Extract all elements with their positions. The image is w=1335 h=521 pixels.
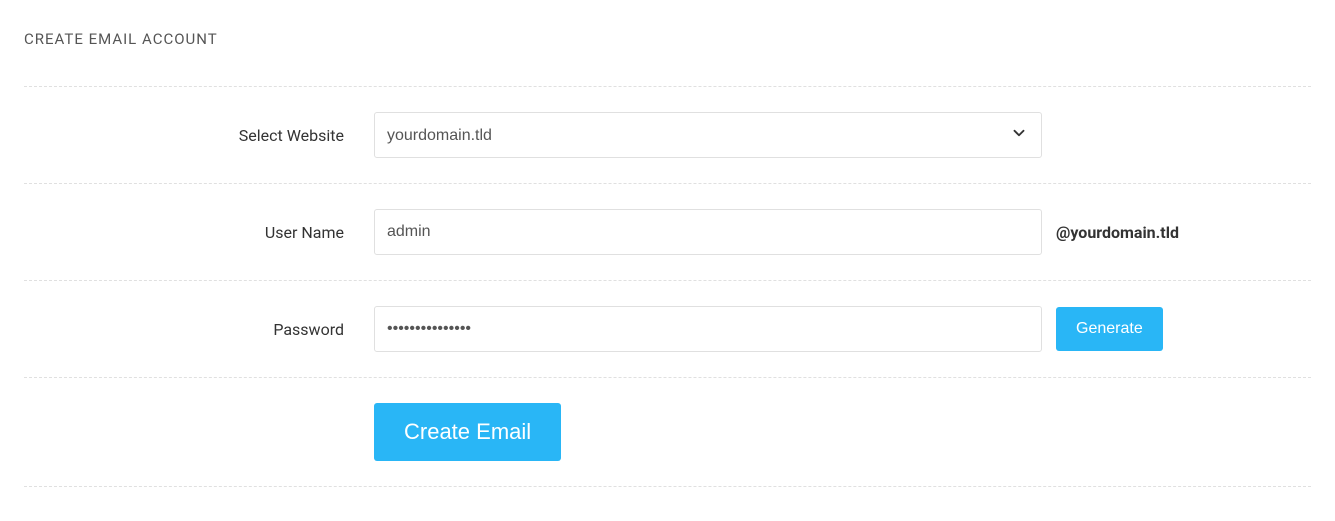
label-password: Password — [24, 320, 374, 339]
create-email-button[interactable]: Create Email — [374, 403, 561, 461]
row-user-name: User Name @yourdomain.tld — [24, 183, 1311, 280]
label-user-name: User Name — [24, 223, 374, 242]
domain-suffix: @yourdomain.tld — [1056, 223, 1179, 242]
generate-button[interactable]: Generate — [1056, 307, 1163, 351]
row-submit: Create Email — [24, 377, 1311, 487]
label-select-website: Select Website — [24, 126, 374, 145]
username-input[interactable] — [374, 209, 1042, 255]
panel-title: CREATE EMAIL ACCOUNT — [24, 30, 1311, 48]
website-select[interactable]: yourdomain.tld — [374, 112, 1042, 158]
row-select-website: Select Website yourdomain.tld — [24, 86, 1311, 183]
password-input[interactable] — [374, 306, 1042, 352]
row-password: Password Generate — [24, 280, 1311, 377]
